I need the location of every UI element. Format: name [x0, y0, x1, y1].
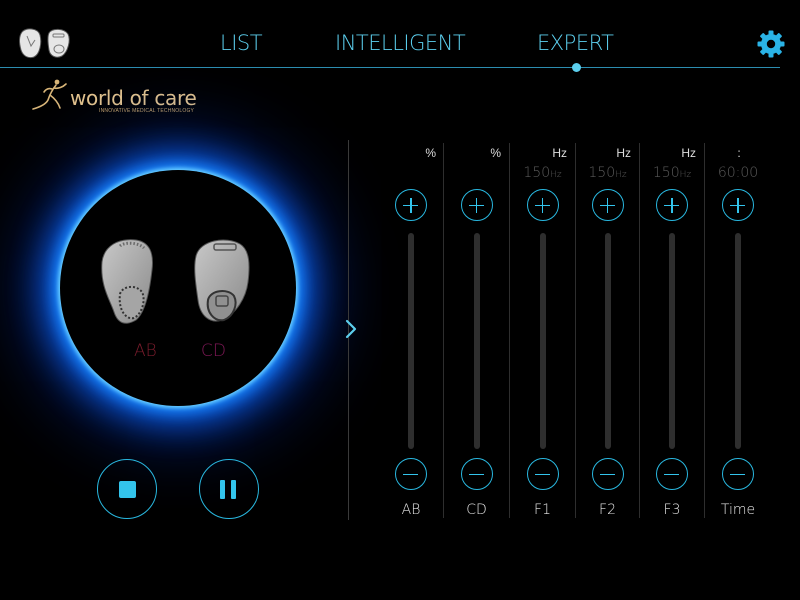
slider-column-time: : 60:00 Time — [705, 140, 771, 520]
unit-label: % — [425, 146, 436, 160]
decrease-f2-button[interactable] — [591, 458, 624, 490]
increase-cd-button[interactable] — [460, 189, 493, 221]
increase-time-button[interactable] — [722, 189, 754, 221]
unit-label: Hz — [552, 146, 567, 160]
stop-button[interactable] — [97, 459, 157, 519]
slider-label-cd: CD — [466, 502, 487, 518]
slider-track-f2[interactable] — [604, 233, 611, 449]
settings-gear-icon[interactable] — [756, 29, 786, 59]
slider-column-f1: Hz 150Hz F1 — [510, 140, 575, 520]
slider-label-ab: AB — [401, 502, 421, 518]
decrease-f1-button[interactable] — [526, 458, 559, 490]
decrease-f3-button[interactable] — [656, 458, 688, 490]
hearing-aid-icon — [101, 239, 250, 324]
logo-title: world of care — [70, 86, 197, 110]
slider-column-f3: Hz 150Hz F3 — [640, 140, 704, 520]
pause-icon — [220, 480, 225, 499]
slider-track-cd[interactable] — [473, 233, 480, 449]
slider-value: 150Hz — [523, 165, 562, 181]
increase-f2-button[interactable] — [591, 189, 624, 221]
chevron-right-icon[interactable] — [342, 318, 360, 340]
tab-list[interactable]: LIST — [220, 31, 263, 55]
unit-label: Hz — [681, 146, 696, 160]
slider-column-cd: % CD — [444, 140, 509, 520]
slider-value: 150Hz — [652, 165, 692, 181]
unit-label: Hz — [616, 146, 631, 160]
decrease-ab-button[interactable] — [395, 458, 427, 490]
pause-icon — [231, 480, 236, 499]
slider-label-f2: F2 — [599, 502, 616, 518]
world-of-care-logo: world of care INNOVATIVE MEDICAL TECHNOL… — [30, 76, 230, 116]
dancer-logo-icon — [32, 79, 67, 110]
slider-track-f3[interactable] — [669, 233, 675, 449]
pause-button[interactable] — [199, 459, 259, 519]
increase-f1-button[interactable] — [526, 189, 559, 221]
decrease-time-button[interactable] — [722, 458, 754, 490]
slider-value: 60:00 — [717, 165, 759, 181]
device-label-ab: AB — [134, 341, 157, 361]
slider-label-time: Time — [720, 502, 756, 518]
slider-label-f1: F1 — [534, 502, 551, 518]
mode-tabs: LIST INTELLIGENT EXPERT — [0, 31, 800, 61]
stop-icon — [119, 481, 136, 498]
slider-track-f1[interactable] — [539, 233, 546, 449]
slider-track-ab[interactable] — [408, 233, 414, 449]
increase-f3-button[interactable] — [656, 189, 688, 221]
decrease-cd-button[interactable] — [460, 458, 493, 490]
logo-subtitle: INNOVATIVE MEDICAL TECHNOLOGY — [99, 108, 195, 114]
device-label-cd: CD — [201, 341, 226, 361]
active-tab-indicator — [572, 63, 581, 72]
unit-label: % — [490, 146, 501, 160]
slider-column-f2: Hz 150Hz F2 — [576, 140, 639, 520]
increase-ab-button[interactable] — [395, 189, 427, 221]
unit-label: : — [737, 146, 741, 160]
slider-value: 150Hz — [588, 165, 627, 181]
slider-label-f3: F3 — [663, 502, 681, 518]
nav-underline — [0, 67, 780, 68]
slider-track-time[interactable] — [735, 233, 741, 449]
tab-expert[interactable]: EXPERT — [537, 31, 614, 55]
slider-column-ab: % AB — [378, 140, 444, 520]
tab-intelligent[interactable]: INTELLIGENT — [335, 31, 466, 55]
